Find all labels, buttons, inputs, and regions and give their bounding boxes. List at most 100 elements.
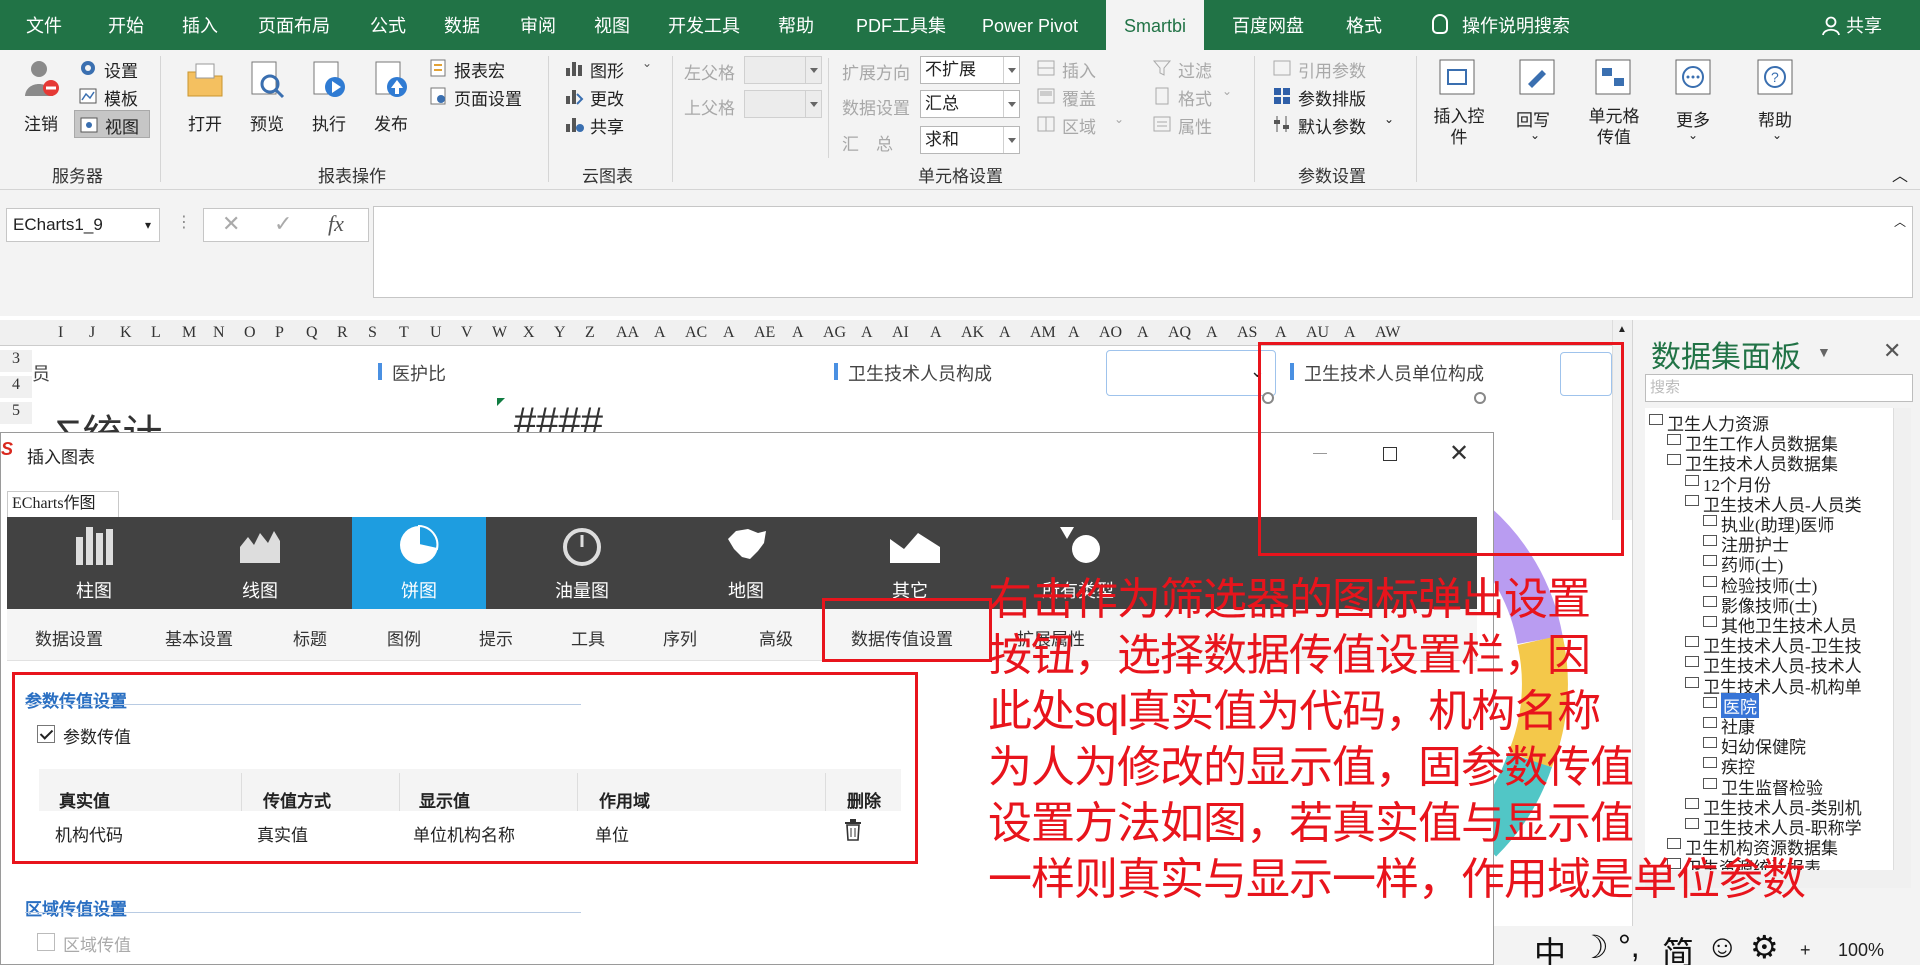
format-button[interactable]: 格式 bbox=[1178, 85, 1212, 110]
column-header[interactable]: M bbox=[182, 324, 196, 342]
row-number[interactable]: 3 bbox=[0, 350, 32, 372]
share-button[interactable]: 共享 bbox=[1846, 0, 1882, 50]
column-header[interactable]: I bbox=[58, 324, 63, 342]
report-macro-button[interactable]: 报表宏 bbox=[454, 57, 505, 82]
name-box-chevron-icon[interactable]: ▾ bbox=[145, 209, 151, 241]
cancel-icon[interactable]: ✕ bbox=[222, 211, 240, 237]
column-header[interactable]: O bbox=[244, 324, 256, 342]
tab-toolbox[interactable]: 工具 bbox=[571, 625, 605, 650]
more-chevron-icon[interactable]: ⌄ bbox=[1688, 128, 1698, 142]
chart-type-gauge-chart[interactable]: 油量图 bbox=[515, 517, 649, 609]
filter-button[interactable]: 过滤 bbox=[1178, 57, 1212, 82]
chart-type-line-chart[interactable]: 线图 bbox=[193, 517, 327, 609]
column-header[interactable]: L bbox=[151, 324, 161, 342]
top-parent-select[interactable] bbox=[744, 90, 822, 118]
column-header[interactable]: AM bbox=[1030, 324, 1056, 342]
panel-menu-chevron-icon[interactable]: ▼ bbox=[1817, 344, 1831, 360]
column-header[interactable]: X bbox=[523, 324, 535, 342]
expand-direction-select[interactable]: 不扩展 bbox=[920, 56, 1020, 84]
tab-advanced[interactable]: 高级 bbox=[759, 625, 793, 650]
chart-dropdown-chevron-icon[interactable]: ⌄ bbox=[642, 56, 652, 70]
row-number[interactable]: 4 bbox=[0, 376, 32, 398]
default-param-button[interactable]: 默认参数 bbox=[1298, 113, 1366, 138]
tab-baidu-netdisk[interactable]: 百度网盘 bbox=[1232, 0, 1304, 50]
panel-search-input[interactable]: 搜索 bbox=[1645, 374, 1913, 402]
scroll-up-icon[interactable]: ▲ bbox=[1617, 324, 1627, 335]
tab-review[interactable]: 审阅 bbox=[520, 0, 556, 50]
cell-pass-value-button[interactable]: 单元格传值 bbox=[1586, 106, 1642, 148]
logout-button[interactable]: 注销 bbox=[24, 110, 58, 135]
confirm-icon[interactable]: ✓ bbox=[274, 211, 292, 237]
tab-power-pivot[interactable]: Power Pivot bbox=[982, 0, 1078, 50]
chart-button[interactable]: 图形 bbox=[590, 57, 624, 82]
column-header[interactable]: V bbox=[461, 324, 473, 342]
ime-mode-indicator[interactable]: 中 bbox=[1534, 928, 1566, 965]
region-pass-checkbox[interactable] bbox=[37, 933, 55, 951]
zoom-in-button[interactable]: + bbox=[1800, 940, 1811, 961]
echarts-tab[interactable]: ECharts作图 bbox=[7, 491, 119, 517]
chart-type-bar-chart[interactable]: 柱图 bbox=[27, 517, 161, 609]
column-header[interactable]: A bbox=[792, 324, 804, 342]
tab-smartbi[interactable]: Smartbi bbox=[1106, 0, 1205, 50]
column-header[interactable]: AS bbox=[1237, 324, 1257, 342]
chart-type-map-chart[interactable]: 地图 bbox=[679, 517, 813, 609]
tab-help[interactable]: 帮助 bbox=[778, 0, 814, 50]
left-parent-select[interactable] bbox=[744, 56, 822, 84]
column-header[interactable]: T bbox=[399, 324, 409, 342]
change-chart-button[interactable]: 更改 bbox=[590, 85, 624, 110]
column-header[interactable]: A bbox=[999, 324, 1011, 342]
function-icon[interactable]: fx bbox=[328, 211, 344, 237]
punctuation-indicator[interactable]: °, bbox=[1618, 928, 1640, 965]
open-button[interactable]: 打开 bbox=[188, 110, 222, 135]
column-header[interactable]: A bbox=[654, 324, 666, 342]
simplified-indicator[interactable]: 简 bbox=[1662, 928, 1694, 965]
tab-view[interactable]: 视图 bbox=[594, 0, 630, 50]
column-header[interactable]: A bbox=[930, 324, 942, 342]
data-setting-select[interactable]: 汇总 bbox=[920, 90, 1020, 118]
view-button[interactable]: 视图 bbox=[74, 110, 150, 138]
tab-legend[interactable]: 图例 bbox=[387, 625, 421, 650]
column-header[interactable]: P bbox=[275, 324, 284, 342]
column-header[interactable]: Q bbox=[306, 324, 318, 342]
column-header[interactable]: AO bbox=[1099, 324, 1122, 342]
reference-param-button[interactable]: 引用参数 bbox=[1298, 57, 1366, 82]
name-box[interactable]: ECharts1_9 ▾ bbox=[6, 208, 160, 242]
tab-insert[interactable]: 插入 bbox=[182, 0, 218, 50]
column-header[interactable]: A bbox=[1206, 324, 1218, 342]
preview-button[interactable]: 预览 bbox=[250, 110, 284, 135]
share-chart-button[interactable]: 共享 bbox=[590, 113, 624, 138]
column-header[interactable]: A bbox=[723, 324, 735, 342]
region-chevron-icon[interactable]: ⌄ bbox=[1114, 112, 1124, 126]
ime-settings-gear-icon[interactable]: ⚙ bbox=[1750, 928, 1779, 965]
column-header[interactable]: A bbox=[1137, 324, 1149, 342]
column-header[interactable]: J bbox=[89, 324, 95, 342]
column-header[interactable]: R bbox=[337, 324, 348, 342]
default-param-chevron-icon[interactable]: ⌄ bbox=[1384, 112, 1394, 126]
tab-title[interactable]: 标题 bbox=[293, 625, 327, 650]
execute-button[interactable]: 执行 bbox=[312, 110, 346, 135]
tell-me-search[interactable]: 操作说明搜索 bbox=[1462, 0, 1570, 50]
column-header[interactable]: A bbox=[861, 324, 873, 342]
column-header[interactable]: AW bbox=[1375, 324, 1400, 342]
column-header[interactable]: A bbox=[1068, 324, 1080, 342]
help-chevron-icon[interactable]: ⌄ bbox=[1772, 128, 1782, 142]
publish-button[interactable]: 发布 bbox=[374, 110, 408, 135]
region-button[interactable]: 区域 bbox=[1062, 113, 1096, 138]
column-header[interactable]: Z bbox=[585, 324, 595, 342]
filter-select[interactable]: ⌄ bbox=[1106, 350, 1276, 396]
chart-type-pie-chart[interactable]: 饼图 bbox=[352, 517, 486, 609]
panel-close-icon[interactable]: ✕ bbox=[1883, 338, 1901, 364]
column-header[interactable]: AK bbox=[961, 324, 984, 342]
writeback-chevron-icon[interactable]: ⌄ bbox=[1530, 128, 1540, 142]
insert-control-button[interactable]: 插入控件 bbox=[1428, 106, 1490, 148]
column-header[interactable]: A bbox=[1344, 324, 1356, 342]
column-header[interactable]: AU bbox=[1306, 324, 1329, 342]
tab-file[interactable]: 文件 bbox=[26, 0, 62, 50]
tab-pdf-tools[interactable]: PDF工具集 bbox=[856, 0, 946, 50]
param-layout-button[interactable]: 参数排版 bbox=[1298, 85, 1366, 110]
tab-tooltip[interactable]: 提示 bbox=[479, 625, 513, 650]
moon-icon[interactable]: ☽ bbox=[1580, 928, 1609, 965]
format-chevron-icon[interactable]: ⌄ bbox=[1222, 84, 1232, 98]
formula-input[interactable]: ︿ bbox=[373, 206, 1913, 298]
cover-button[interactable]: 覆盖 bbox=[1062, 85, 1096, 110]
